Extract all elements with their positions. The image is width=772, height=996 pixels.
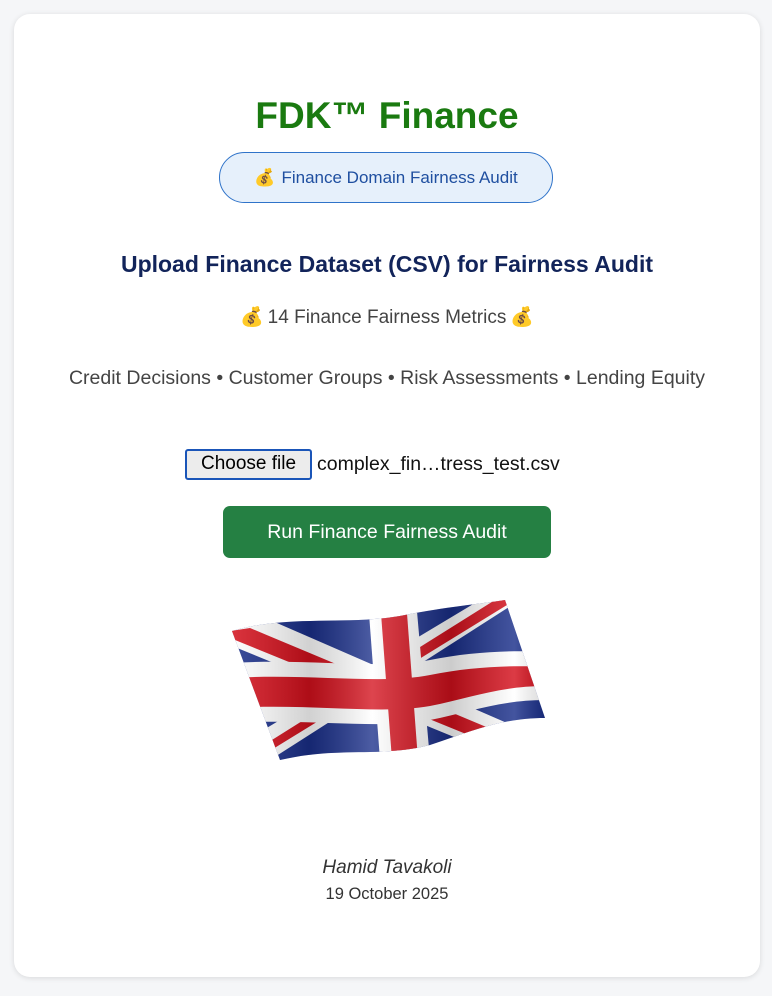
- main-card: FDK™ Finance 💰 Finance Domain Fairness A…: [14, 14, 760, 977]
- money-bag-icon: 💰: [510, 307, 534, 328]
- metrics-label: 14 Finance Fairness Metrics: [267, 307, 507, 328]
- author-name: Hamid Tavakoli: [322, 857, 452, 878]
- choose-file-button[interactable]: Choose file: [185, 448, 312, 480]
- upload-heading: Upload Finance Dataset (CSV) for Fairnes…: [120, 251, 654, 277]
- publish-date: 19 October 2025: [325, 885, 449, 903]
- run-audit-button[interactable]: Run Finance Fairness Audit: [223, 506, 551, 558]
- metrics-line: 💰 14 Finance Fairness Metrics 💰: [14, 306, 760, 330]
- page-title: FDK™ Finance: [255, 95, 519, 136]
- categories-text: Credit Decisions • Customer Groups • Ris…: [68, 367, 706, 389]
- domain-badge: 💰 Finance Domain Fairness Audit: [219, 152, 553, 203]
- selected-file-name: complex_fin…tress_test.csv: [317, 452, 560, 475]
- file-input[interactable]: Choose file complex_fin…tress_test.csv: [185, 448, 560, 480]
- union-jack-flag-icon: [232, 600, 545, 760]
- money-bag-icon: 💰: [240, 307, 264, 328]
- domain-badge-label: Finance Domain Fairness Audit: [281, 167, 518, 187]
- money-bag-icon: 💰: [254, 167, 276, 187]
